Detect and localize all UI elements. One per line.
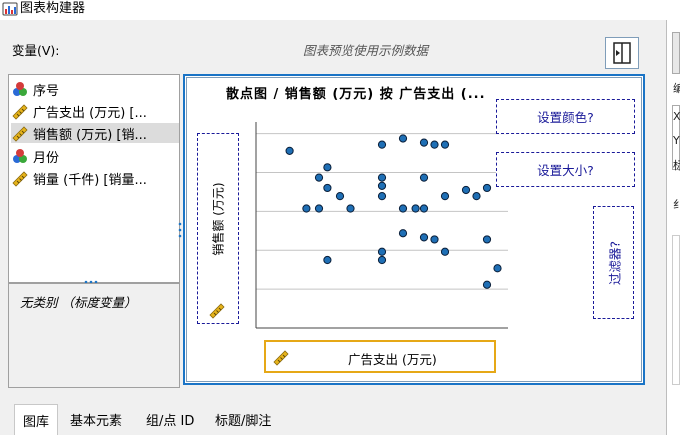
scatter-point [440, 192, 450, 201]
element-properties-tab[interactable] [672, 32, 680, 74]
variable-item-label: 序号 [33, 83, 60, 99]
scatter-point [419, 204, 429, 213]
scatter-point [419, 233, 429, 242]
variable-item-label: 广告支出 (万元) [... [33, 105, 147, 121]
variable-item-month[interactable]: 月份 [11, 146, 179, 166]
scatter-point [472, 192, 481, 201]
scatter-point [419, 173, 429, 182]
scatter-plot [255, 122, 508, 329]
scatter-point [314, 204, 324, 213]
scatter-point [398, 204, 408, 213]
categories-text: 无类别 （标度变量） [20, 295, 137, 310]
set-color-dropzone[interactable]: 设置颜色? [496, 99, 635, 134]
scatter-point [398, 229, 408, 238]
y-axis-field-label: 销售额 (万元) [211, 182, 226, 256]
scatter-point [323, 183, 332, 193]
scatter-point [493, 264, 502, 273]
scatter-point [323, 163, 332, 172]
scatter-point [377, 173, 387, 182]
variable-list[interactable]: 序号 广告支出 (万元) [... 销售额 (万元) [销... 月份 销量 (… [8, 74, 180, 283]
scatter-point [314, 173, 324, 182]
variable-item-label: 月份 [33, 150, 60, 166]
tab-gallery[interactable]: 图库 [14, 404, 59, 435]
scatter-point [440, 247, 450, 256]
nominal-icon [13, 82, 27, 96]
tab-titles-footnotes[interactable]: 标题/脚注 [207, 404, 279, 435]
scale-icon [12, 171, 28, 187]
scatter-point [335, 192, 345, 201]
variable-item-ad-spend[interactable]: 广告支出 (万元) [... [11, 101, 179, 121]
variable-item-sales[interactable]: 销售额 (万元) [销... [11, 123, 179, 143]
filter-label: 过滤器? [607, 240, 622, 285]
vertical-splitter-handle[interactable] [178, 222, 182, 238]
scatter-point [377, 255, 387, 265]
right-panel-char: 标 [673, 159, 680, 172]
window-title: 图表构建器 [20, 1, 86, 16]
title-bar [0, 0, 680, 20]
right-panel-char: 编 [673, 82, 680, 95]
scatter-point [285, 146, 294, 155]
nominal-icon [13, 149, 27, 163]
tab-label: 组/点 ID [146, 414, 195, 429]
tab-label: 基本元素 [70, 414, 123, 429]
scatter-point [377, 181, 387, 190]
panel-toggle-icon [613, 42, 631, 64]
filter-dropzone[interactable]: 过滤器? [593, 206, 634, 319]
right-panel-char: X [673, 110, 680, 123]
set-color-label: 设置颜色? [537, 110, 594, 125]
x-scale-icon [273, 350, 289, 366]
scatter-point [419, 138, 429, 147]
tab-group-point-id[interactable]: 组/点 ID [138, 404, 202, 435]
set-size-dropzone[interactable]: 设置大小? [496, 152, 635, 187]
variables-label: 变量(V): [12, 43, 60, 58]
scatter-point [411, 204, 420, 213]
scatter-point [440, 140, 450, 149]
scatter-point [482, 183, 492, 193]
variable-item-label: 销量 (千件) [销量... [33, 172, 147, 188]
scale-icon [12, 126, 28, 142]
x-axis-field-label: 广告支出 (万元) [348, 352, 437, 367]
tab-label: 标题/脚注 [215, 414, 272, 429]
variable-item-volume[interactable]: 销量 (千件) [销量... [11, 168, 179, 188]
chart-title: 散点图 / 销售额 (万元) 按 广告支出 (... [226, 87, 486, 102]
variable-item-index[interactable]: 序号 [11, 79, 179, 99]
scatter-point [430, 235, 439, 244]
right-panel-char: Y [673, 134, 680, 147]
scatter-point [346, 204, 355, 213]
scatter-point [398, 134, 408, 143]
gallery-toggle-button[interactable] [605, 37, 639, 69]
tab-basic-elements[interactable]: 基本元素 [62, 404, 130, 435]
scale-icon [12, 104, 28, 120]
scatter-point [323, 255, 332, 265]
scatter-point [482, 280, 492, 289]
y-axis-dropzone[interactable]: 销售额 (万元) [197, 133, 239, 324]
preview-note: 图表预览使用示例数据 [303, 43, 429, 58]
scatter-point [302, 204, 311, 213]
scatter-point [482, 235, 492, 244]
y-scale-icon [209, 303, 225, 319]
variable-item-label: 销售额 (万元) [销... [33, 127, 147, 143]
scatter-point [377, 140, 387, 149]
scatter-point [430, 140, 439, 149]
right-panel-char: 纟 [673, 198, 680, 211]
scatter-point [461, 185, 471, 195]
set-size-label: 设置大小? [537, 163, 594, 178]
scatter-point [377, 192, 387, 201]
tab-label: 图库 [23, 414, 50, 430]
properties-area [672, 235, 680, 385]
scatter-point [377, 247, 387, 256]
x-axis-dropzone[interactable]: 广告支出 (万元) [264, 340, 496, 373]
chart-builder-app-icon [2, 2, 18, 16]
